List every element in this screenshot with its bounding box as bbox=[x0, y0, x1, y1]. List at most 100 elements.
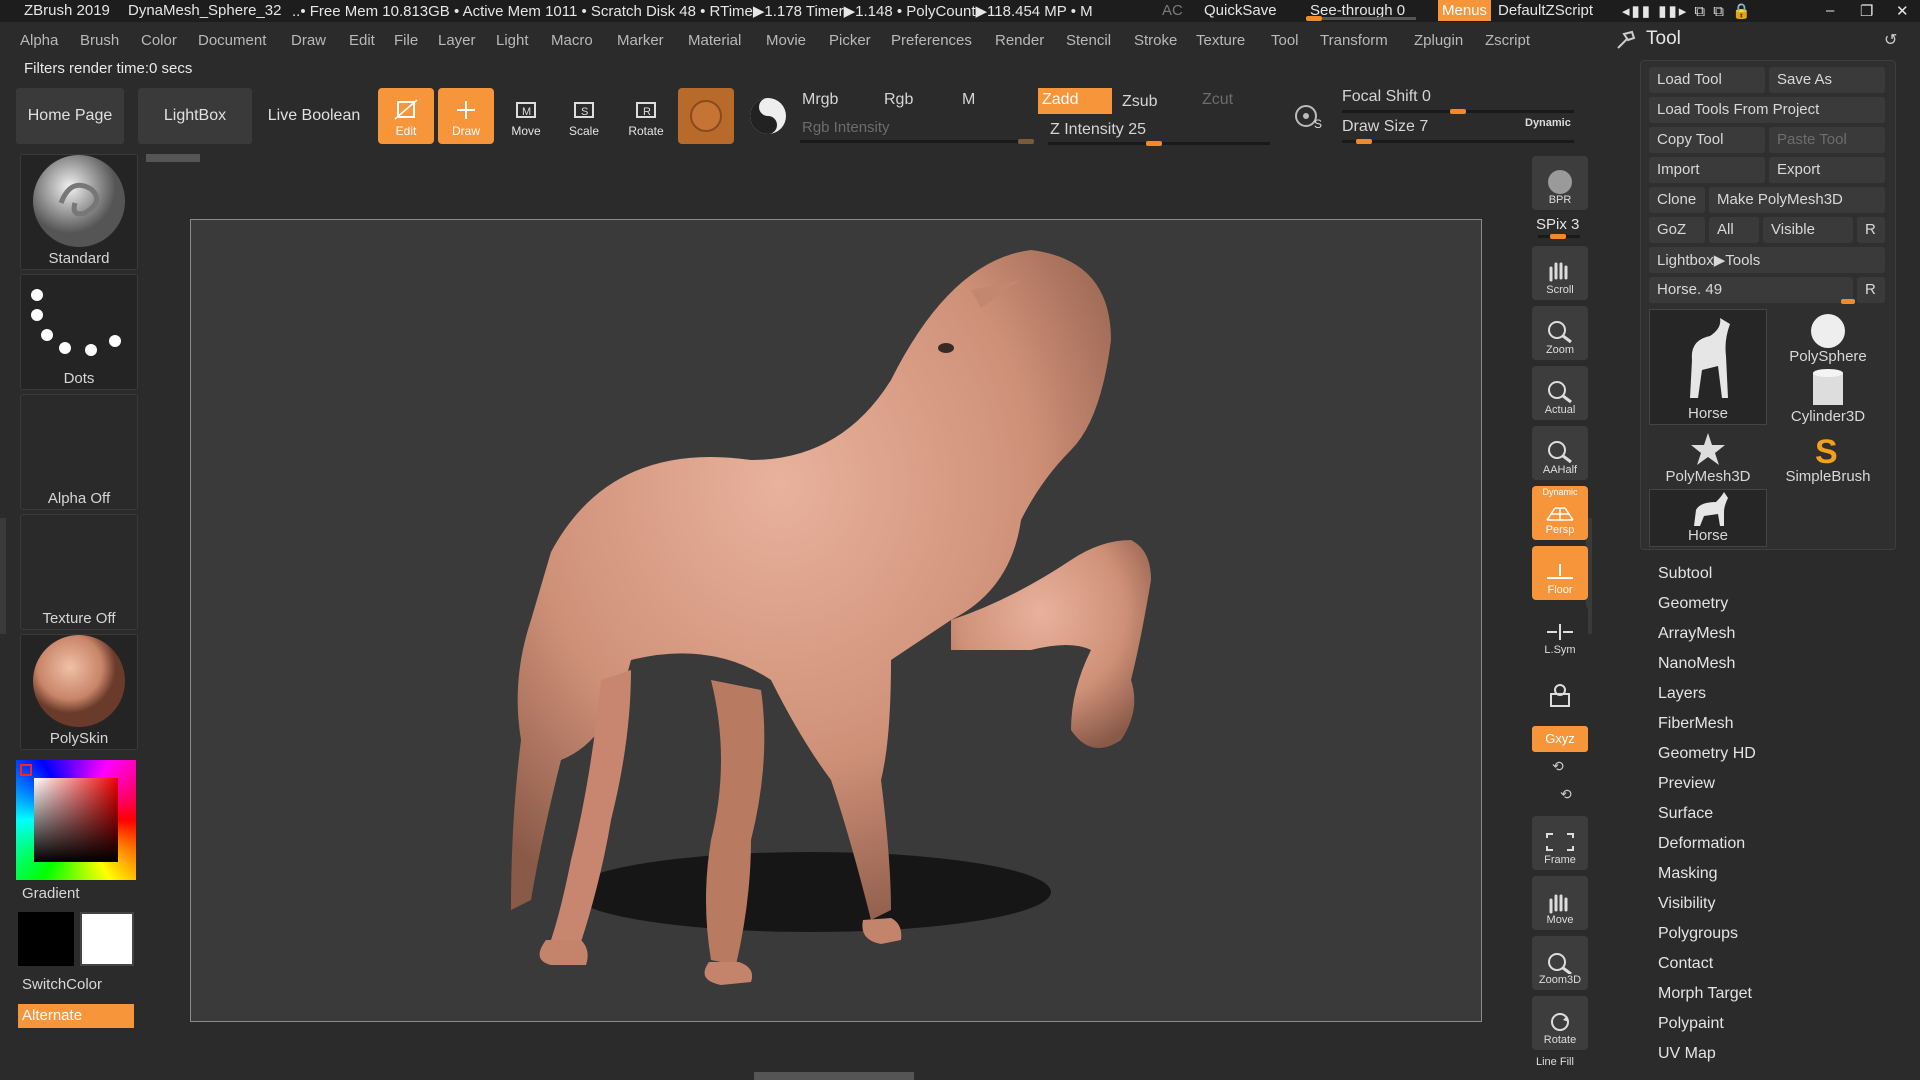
color-sphere-button[interactable] bbox=[740, 88, 796, 144]
texture-thumbnail[interactable]: Texture Off bbox=[20, 514, 138, 630]
aahalf-button[interactable]: AAHalf bbox=[1532, 426, 1588, 480]
load-tools-from-project-button[interactable]: Load Tools From Project bbox=[1649, 97, 1885, 123]
rotate-mode-button[interactable]: R Rotate bbox=[618, 88, 674, 144]
goz-all-button[interactable]: All bbox=[1709, 217, 1759, 243]
rgb-intensity-track[interactable] bbox=[800, 139, 1034, 144]
tool-item-polysphere[interactable]: PolySphere bbox=[1769, 309, 1887, 367]
menu-edit[interactable]: Edit bbox=[349, 32, 375, 49]
menu-transform[interactable]: Transform bbox=[1320, 32, 1388, 49]
save-as-button[interactable]: Save As bbox=[1769, 67, 1885, 93]
switchcolor-button[interactable]: SwitchColor bbox=[22, 976, 102, 993]
menu-render[interactable]: Render bbox=[995, 32, 1044, 49]
menu-stroke[interactable]: Stroke bbox=[1134, 32, 1177, 49]
brush-thumbnail[interactable]: Standard bbox=[20, 154, 138, 270]
zcut-toggle[interactable]: Zcut bbox=[1202, 91, 1233, 109]
zadd-toggle[interactable]: Zadd bbox=[1038, 88, 1112, 114]
home-page-button[interactable]: Home Page bbox=[16, 88, 124, 144]
subpalette-layers[interactable]: Layers bbox=[1658, 685, 1706, 703]
color-picker[interactable] bbox=[16, 760, 136, 880]
paste-tool-button[interactable]: Paste Tool bbox=[1769, 127, 1885, 153]
actual-button[interactable]: Actual bbox=[1532, 366, 1588, 420]
subpalette-geometry-hd[interactable]: Geometry HD bbox=[1658, 745, 1756, 763]
palette-reset-icon[interactable]: ↺ bbox=[1884, 30, 1897, 50]
menu-color[interactable]: Color bbox=[141, 32, 177, 49]
scale-mode-button[interactable]: S Scale bbox=[556, 88, 612, 144]
menu-stencil[interactable]: Stencil bbox=[1066, 32, 1111, 49]
script-name[interactable]: DefaultZScript bbox=[1498, 2, 1593, 19]
subpalette-contact[interactable]: Contact bbox=[1658, 955, 1713, 973]
menu-zplugin[interactable]: Zplugin bbox=[1414, 32, 1463, 49]
subpalette-polypaint[interactable]: Polypaint bbox=[1658, 1015, 1724, 1033]
window-icons[interactable]: ◂▮▮ ▮▮▸ ⧉ ⧉ 🔒 bbox=[1622, 2, 1753, 20]
current-tool-r-button[interactable]: R bbox=[1857, 277, 1885, 303]
local-transform-button[interactable] bbox=[1532, 666, 1588, 714]
z-intensity-slider[interactable]: Z Intensity 25 bbox=[1050, 121, 1146, 139]
menu-texture[interactable]: Texture bbox=[1196, 32, 1245, 49]
dynamic-toggle[interactable]: Dynamic bbox=[1525, 117, 1571, 129]
rotate-z-icon[interactable]: ⟲ bbox=[1560, 786, 1572, 803]
export-button[interactable]: Export bbox=[1769, 157, 1885, 183]
menu-alpha[interactable]: Alpha bbox=[20, 32, 58, 49]
menu-brush[interactable]: Brush bbox=[80, 32, 119, 49]
subpalette-uv-map[interactable]: UV Map bbox=[1658, 1045, 1716, 1063]
m-toggle[interactable]: M bbox=[962, 91, 975, 109]
draw-mode-button[interactable]: Draw bbox=[438, 88, 494, 144]
goz-button[interactable]: GoZ bbox=[1649, 217, 1705, 243]
lightbox-tools-button[interactable]: Lightbox▶Tools bbox=[1649, 247, 1885, 273]
current-tool-knob[interactable] bbox=[1841, 299, 1855, 304]
tool-palette-icon[interactable] bbox=[1614, 28, 1638, 52]
mrgb-toggle[interactable]: Mrgb bbox=[802, 91, 838, 109]
menu-macro[interactable]: Macro bbox=[551, 32, 593, 49]
secondary-color-swatch[interactable] bbox=[80, 912, 134, 966]
subpalette-preview[interactable]: Preview bbox=[1658, 775, 1715, 793]
subpalette-arraymesh[interactable]: ArrayMesh bbox=[1658, 625, 1735, 643]
lightbox-button[interactable]: LightBox bbox=[138, 88, 252, 144]
close-icon[interactable]: ✕ bbox=[1896, 2, 1909, 20]
see-through-track[interactable] bbox=[1306, 16, 1416, 21]
import-button[interactable]: Import bbox=[1649, 157, 1765, 183]
edit-mode-button[interactable]: Edit bbox=[378, 88, 434, 144]
frame-button[interactable]: Frame bbox=[1532, 816, 1588, 870]
subpalette-deformation[interactable]: Deformation bbox=[1658, 835, 1745, 853]
load-tool-button[interactable]: Load Tool bbox=[1649, 67, 1765, 93]
gradient-label[interactable]: Gradient bbox=[22, 885, 80, 902]
draw-size-slider[interactable]: Draw Size 7 bbox=[1342, 118, 1428, 136]
persp-button[interactable]: Dynamic Persp bbox=[1532, 486, 1588, 540]
current-tool-slider[interactable]: Horse. 49 bbox=[1649, 277, 1853, 303]
make-polymesh3d-button[interactable]: Make PolyMesh3D bbox=[1709, 187, 1885, 213]
tool-item-simplebrush[interactable]: S SimpleBrush bbox=[1769, 429, 1887, 487]
z-intensity-track[interactable] bbox=[1048, 141, 1270, 146]
tool-item-horse-2[interactable]: Horse bbox=[1649, 489, 1767, 547]
rotate-y-icon[interactable]: ⟲ bbox=[1552, 758, 1564, 775]
minimize-icon[interactable]: – bbox=[1826, 2, 1834, 19]
canvas-scroll-handle[interactable] bbox=[146, 154, 200, 162]
move3d-button[interactable]: Move bbox=[1532, 876, 1588, 930]
spix-slider[interactable]: SPix 3 bbox=[1536, 216, 1579, 233]
live-boolean-button[interactable]: Live Boolean bbox=[256, 88, 372, 144]
menu-marker[interactable]: Marker bbox=[617, 32, 664, 49]
draw-size-track[interactable] bbox=[1342, 139, 1574, 144]
floor-button[interactable]: Floor bbox=[1532, 546, 1588, 600]
zsub-toggle[interactable]: Zsub bbox=[1122, 93, 1158, 111]
menu-draw[interactable]: Draw bbox=[291, 32, 326, 49]
subpalette-morph-target[interactable]: Morph Target bbox=[1658, 985, 1752, 1003]
subpalette-nanomesh[interactable]: NanoMesh bbox=[1658, 655, 1735, 673]
menus-toggle[interactable]: Menus bbox=[1438, 0, 1492, 21]
menu-picker[interactable]: Picker bbox=[829, 32, 871, 49]
copy-tool-button[interactable]: Copy Tool bbox=[1649, 127, 1765, 153]
menu-document[interactable]: Document bbox=[198, 32, 266, 49]
menu-light[interactable]: Light bbox=[496, 32, 529, 49]
rgb-intensity-slider[interactable]: Rgb Intensity bbox=[802, 119, 890, 136]
xyz-toggle[interactable]: Gxyz bbox=[1532, 726, 1588, 752]
quicksave-button[interactable]: QuickSave bbox=[1204, 2, 1277, 19]
alternate-toggle[interactable]: Alternate bbox=[18, 1004, 134, 1028]
tool-item-cylinder3d[interactable]: Cylinder3D bbox=[1769, 369, 1887, 427]
restore-icon[interactable]: ❐ bbox=[1860, 2, 1873, 20]
scroll-button[interactable]: Scroll bbox=[1532, 246, 1588, 300]
rotate3d-button[interactable]: Rotate bbox=[1532, 996, 1588, 1050]
lsym-button[interactable]: L.Sym bbox=[1532, 606, 1588, 660]
subpalette-fibermesh[interactable]: FiberMesh bbox=[1658, 715, 1734, 733]
material-thumbnail[interactable]: PolySkin bbox=[20, 634, 138, 750]
alpha-thumbnail[interactable]: Alpha Off bbox=[20, 394, 138, 510]
goz-r-button[interactable]: R bbox=[1857, 217, 1885, 243]
